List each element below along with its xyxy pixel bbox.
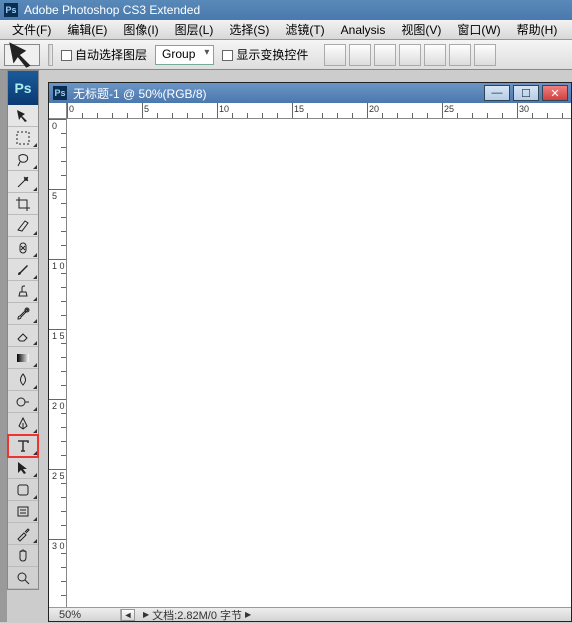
minimize-button[interactable]: — bbox=[484, 85, 510, 101]
menu-view[interactable]: 视图(V) bbox=[395, 19, 447, 40]
app-title: Adobe Photoshop CS3 Extended bbox=[24, 3, 200, 17]
dodge-tool[interactable] bbox=[8, 391, 38, 413]
magic-wand-tool[interactable] bbox=[8, 171, 38, 193]
show-transform-checkbox[interactable]: 显示变换控件 bbox=[222, 46, 308, 63]
menu-layer[interactable]: 图层(L) bbox=[169, 19, 220, 40]
align-btn[interactable] bbox=[449, 44, 471, 66]
ruler-origin[interactable] bbox=[49, 103, 67, 119]
eyedropper-tool[interactable] bbox=[8, 523, 38, 545]
left-dock-strip bbox=[0, 70, 7, 622]
maximize-button[interactable]: ☐ bbox=[513, 85, 539, 101]
crop-tool[interactable] bbox=[8, 193, 38, 215]
clone-stamp-tool[interactable] bbox=[8, 281, 38, 303]
document-title: 无标题-1 @ 50%(RGB/8) bbox=[73, 85, 207, 102]
menu-select[interactable]: 选择(S) bbox=[223, 19, 275, 40]
menubar: 文件(F) 编辑(E) 图像(I) 图层(L) 选择(S) 滤镜(T) Anal… bbox=[0, 20, 572, 40]
align-btn[interactable] bbox=[424, 44, 446, 66]
brush-tool[interactable] bbox=[8, 259, 38, 281]
menu-window[interactable]: 窗口(W) bbox=[451, 19, 506, 40]
close-button[interactable]: ✕ bbox=[542, 85, 568, 101]
vertical-ruler[interactable]: 051 01 52 02 53 0 bbox=[49, 119, 67, 607]
zoom-level[interactable]: 50% bbox=[49, 609, 121, 621]
app-titlebar: Ps Adobe Photoshop CS3 Extended bbox=[0, 0, 572, 20]
document-window: Ps 无标题-1 @ 50%(RGB/8) — ☐ ✕ 051015202530… bbox=[48, 82, 572, 622]
gradient-tool[interactable] bbox=[8, 347, 38, 369]
shape-tool[interactable] bbox=[8, 479, 38, 501]
align-btn[interactable] bbox=[349, 44, 371, 66]
tools-panel-header[interactable]: Ps bbox=[8, 71, 38, 105]
horizontal-ruler[interactable]: 051015202530 bbox=[67, 103, 571, 119]
options-bar: 自动选择图层 Group 显示变换控件 bbox=[0, 40, 572, 70]
document-titlebar[interactable]: Ps 无标题-1 @ 50%(RGB/8) — ☐ ✕ bbox=[49, 83, 571, 103]
document-icon: Ps bbox=[53, 86, 67, 100]
hand-tool[interactable] bbox=[8, 545, 38, 567]
notes-tool[interactable] bbox=[8, 501, 38, 523]
canvas[interactable] bbox=[67, 119, 571, 607]
separator bbox=[48, 44, 53, 66]
pen-tool[interactable] bbox=[8, 413, 38, 435]
align-btn[interactable] bbox=[324, 44, 346, 66]
slice-tool[interactable] bbox=[8, 215, 38, 237]
menu-image[interactable]: 图像(I) bbox=[117, 19, 164, 40]
align-buttons-group bbox=[324, 44, 496, 66]
history-brush-tool[interactable] bbox=[8, 303, 38, 325]
align-btn[interactable] bbox=[474, 44, 496, 66]
lasso-tool[interactable] bbox=[8, 149, 38, 171]
menu-help[interactable]: 帮助(H) bbox=[511, 19, 564, 40]
move-tool[interactable] bbox=[8, 105, 38, 127]
healing-brush-tool[interactable] bbox=[8, 237, 38, 259]
auto-select-layer-checkbox[interactable]: 自动选择图层 bbox=[61, 46, 147, 63]
current-tool-indicator[interactable] bbox=[4, 44, 40, 66]
align-btn[interactable] bbox=[374, 44, 396, 66]
path-selection-tool[interactable] bbox=[8, 457, 38, 479]
eraser-tool[interactable] bbox=[8, 325, 38, 347]
blur-tool[interactable] bbox=[8, 369, 38, 391]
menu-analysis[interactable]: Analysis bbox=[335, 21, 392, 39]
menu-edit[interactable]: 编辑(E) bbox=[61, 19, 113, 40]
type-tool[interactable] bbox=[8, 435, 38, 457]
zoom-tool[interactable] bbox=[8, 567, 38, 589]
align-btn[interactable] bbox=[399, 44, 421, 66]
marquee-tool[interactable] bbox=[8, 127, 38, 149]
auto-select-dropdown[interactable]: Group bbox=[155, 45, 214, 65]
document-info[interactable]: ▶ 文档:2.82M/0 字节 ▶ bbox=[135, 607, 251, 623]
status-bar: 50% ◄ ▶ 文档:2.82M/0 字节 ▶ bbox=[49, 607, 571, 621]
menu-filter[interactable]: 滤镜(T) bbox=[279, 19, 330, 40]
scroll-left-button[interactable]: ◄ bbox=[121, 609, 135, 621]
app-icon: Ps bbox=[4, 3, 18, 17]
tools-panel: Ps bbox=[7, 70, 39, 590]
